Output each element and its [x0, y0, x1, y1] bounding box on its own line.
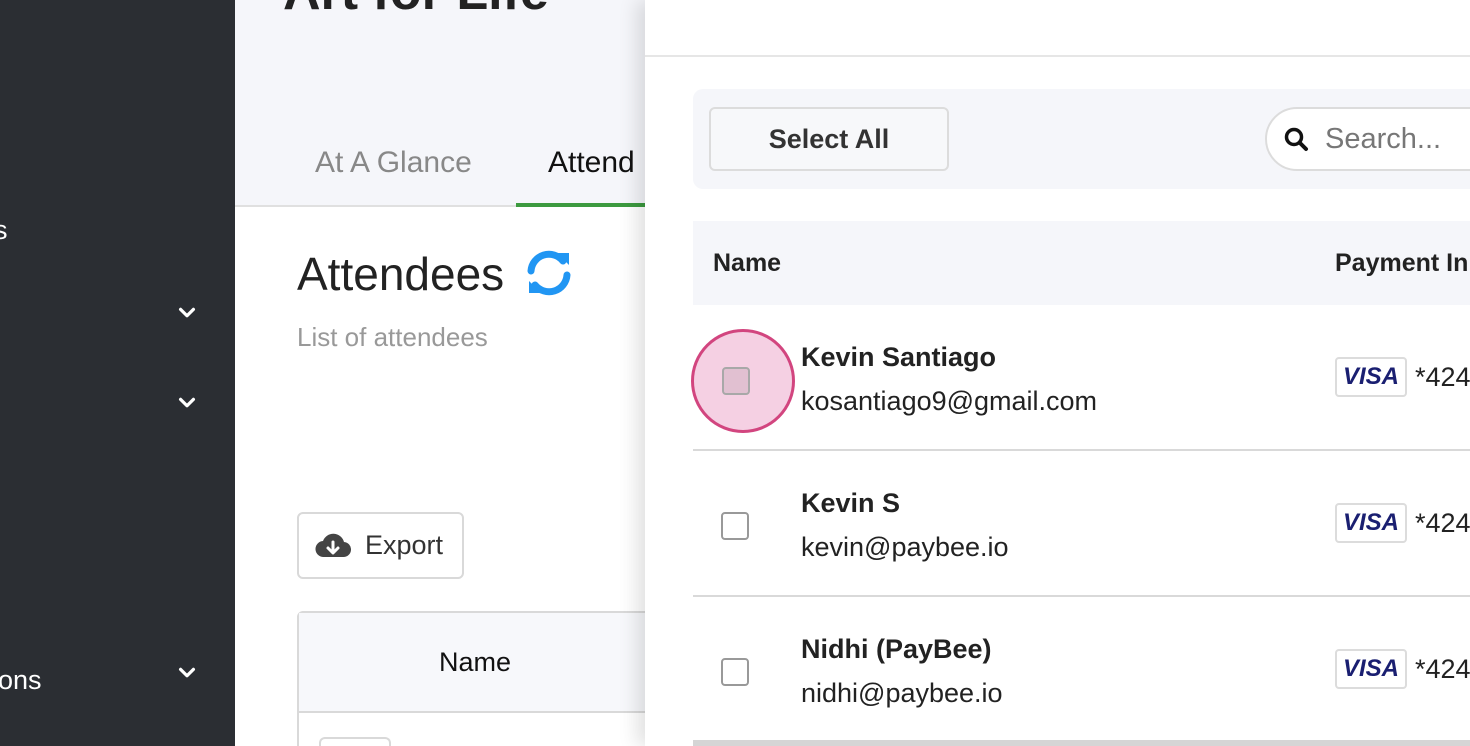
select-all-button[interactable]: Select All: [709, 107, 949, 171]
attendees-table: Name: [297, 611, 699, 746]
attendee-name: Kevin S: [801, 488, 901, 518]
row-checkbox[interactable]: [721, 512, 749, 540]
sidebar: s ons: [0, 0, 235, 746]
export-label: Export: [365, 530, 444, 560]
chevron-down-icon[interactable]: [176, 392, 198, 414]
refresh-icon[interactable]: [523, 247, 575, 299]
column-header-payment-info[interactable]: Payment In: [1335, 249, 1468, 278]
attendee-email: kevin@paybee.io: [801, 532, 1009, 562]
chevron-down-icon[interactable]: [176, 302, 198, 324]
table-header: Name Payment In: [693, 221, 1470, 305]
search-input[interactable]: [1325, 122, 1470, 156]
attendee-select-drawer: Select All Name Payment In Kevin Santiag…: [645, 0, 1470, 746]
attendee-name: Nidhi (PayBee): [801, 634, 992, 664]
cloud-download-icon: [315, 533, 351, 557]
column-header-name[interactable]: Name: [713, 249, 781, 278]
drawer-toolbar: Select All: [693, 89, 1470, 189]
row-action-button[interactable]: [319, 737, 391, 746]
column-header-name[interactable]: Name: [439, 647, 511, 678]
table-row[interactable]: Nidhi (PayBee) nidhi@paybee.io VISA *424: [693, 597, 1470, 743]
sidebar-item-1-label[interactable]: s: [0, 215, 8, 246]
row-checkbox[interactable]: [722, 367, 750, 395]
visa-card-icon: VISA: [1335, 649, 1407, 689]
card-last-digits: *424: [1415, 654, 1470, 684]
section-title: Attendees: [297, 248, 505, 300]
search-box[interactable]: [1265, 107, 1470, 171]
page-title: Art for Life: [283, 0, 549, 22]
tab-at-a-glance[interactable]: At A Glance: [315, 146, 472, 180]
table-header: Name: [299, 613, 699, 713]
attendee-email: nidhi@paybee.io: [801, 678, 1003, 708]
export-button[interactable]: Export: [297, 512, 464, 579]
table-row[interactable]: Kevin S kevin@paybee.io VISA *424: [693, 451, 1470, 597]
chevron-down-icon[interactable]: [176, 662, 198, 684]
checkbox-focus-ring: [691, 329, 795, 433]
table-row[interactable]: Kevin Santiago kosantiago9@gmail.com VIS…: [691, 305, 1470, 451]
visa-card-icon: VISA: [1335, 503, 1407, 543]
attendee-name: Kevin Santiago: [801, 342, 997, 372]
card-last-digits: *424: [1415, 362, 1470, 392]
card-last-digits: *424: [1415, 508, 1470, 538]
row-checkbox[interactable]: [721, 658, 749, 686]
attendee-email: kosantiago9@gmail.com: [801, 386, 1098, 416]
drawer-header: [645, 0, 1470, 57]
sidebar-item-4-label[interactable]: ons: [0, 665, 42, 696]
visa-card-icon: VISA: [1335, 357, 1407, 397]
tab-attendees[interactable]: Attend: [548, 146, 635, 180]
table-footer-divider: [693, 740, 1470, 746]
search-icon: [1284, 127, 1308, 151]
section-subtitle: List of attendees: [297, 322, 488, 352]
